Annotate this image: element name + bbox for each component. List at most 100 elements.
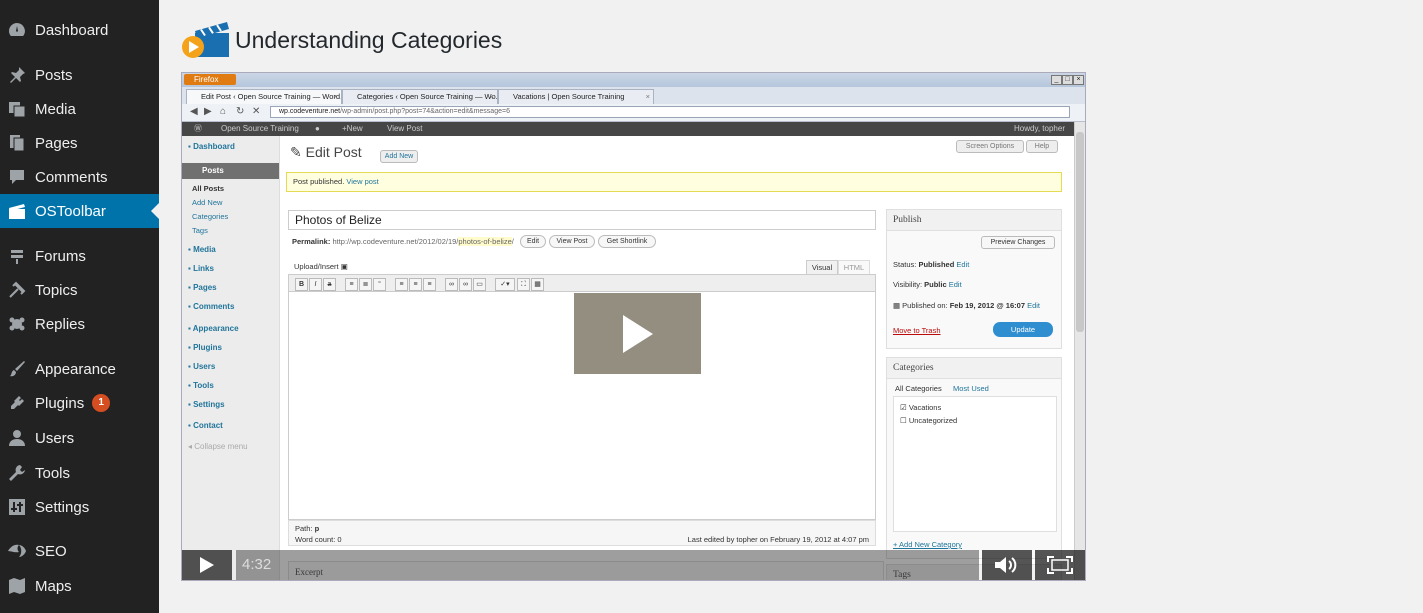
sidebar-item-label: Maps [35, 577, 72, 595]
sidebar-item-posts[interactable]: Posts [0, 58, 159, 92]
forums-icon [7, 246, 27, 266]
bold-icon: B [295, 278, 308, 291]
comments-icon [7, 167, 27, 187]
categories-title: Categories [887, 358, 1061, 379]
sidebar-item-label: Plugins [35, 394, 85, 412]
sidebar-item-label: Topics [35, 281, 78, 299]
editor-status: Path: p Word count: 0 Last edited by toph… [288, 520, 876, 546]
post-title-field: Photos of Belize [288, 210, 876, 230]
wp-menu-all-posts: All Posts [192, 184, 225, 193]
wp-menu-posts: Posts [182, 163, 279, 179]
plugin-icon [7, 393, 27, 413]
checkbox-icon: ☐ [900, 416, 907, 425]
map-icon [7, 576, 27, 596]
sidebar-item-dashboard[interactable]: Dashboard [0, 13, 159, 47]
sidebar-item-label: Users [35, 429, 75, 447]
comment-bubble-icon: ● [315, 124, 320, 133]
wrench-icon [7, 463, 27, 483]
wp-menu-tools: ▪ Tools [188, 381, 214, 390]
sidebar-item-replies[interactable]: Replies [0, 307, 159, 341]
media-icon [7, 99, 27, 119]
page-title: Understanding Categories [235, 26, 503, 53]
categories-list: ☑ Vacations ☐ Uncategorized [893, 396, 1057, 532]
home-icon: ⌂ [220, 106, 227, 117]
wp-menu-add-new: Add New [192, 198, 223, 207]
wp-menu-links: ▪ Links [188, 264, 214, 273]
sidebar-item-label: SEO [35, 542, 67, 560]
play-button[interactable] [182, 550, 232, 580]
wp-view-post: View Post [387, 124, 423, 133]
sidebar-item-topics[interactable]: Topics [0, 273, 159, 307]
sidebar-item-plugins[interactable]: Plugins 1 [0, 386, 159, 420]
browser-tab: Edit Post ‹ Open Source Training — Word.… [186, 89, 342, 104]
sidebar-item-settings[interactable]: Settings [0, 490, 159, 524]
sidebar-item-seo[interactable]: SEO [0, 534, 159, 568]
wp-menu-settings: ▪ Settings [188, 400, 225, 409]
dashboard-icon [7, 20, 27, 40]
category-item: ☐ Uncategorized [900, 416, 958, 425]
wp-menu-plugins: ▪ Plugins [188, 343, 222, 352]
sidebar-item-label: Appearance [35, 360, 116, 378]
align-right-icon: ≡ [423, 278, 436, 291]
upload-insert: Upload/Insert ▣ [294, 262, 348, 271]
add-new-category-link: + Add New Category [893, 540, 962, 549]
numbered-list-icon: ≣ [359, 278, 372, 291]
sidebar-item-appearance[interactable]: Appearance [0, 352, 159, 386]
fullscreen-button[interactable] [1035, 550, 1085, 580]
wp-adminbar: Ⓦ Open Source Training ● + New View Post… [182, 122, 1074, 136]
link-icon: ∞ [445, 278, 458, 291]
settings-icon [7, 497, 27, 517]
fullscreen-editor-icon: ⛶ [517, 278, 530, 291]
sidebar-item-comments[interactable]: Comments [0, 160, 159, 194]
sidebar-item-label: Media [35, 100, 76, 118]
view-post-button: View Post [549, 235, 595, 248]
wp-menu-tags: Tags [192, 226, 208, 235]
notice-banner: Post published. View post [286, 172, 1062, 192]
sidebar-item-pages[interactable]: Pages [0, 126, 159, 160]
wp-menu-users: ▪ Users [188, 362, 216, 371]
admin-sidebar: Dashboard Posts Media Pages Comments OST… [0, 0, 159, 613]
video-progress-bar[interactable]: 4:32 [236, 550, 979, 580]
volume-button[interactable] [982, 550, 1032, 580]
update-count-badge: 1 [92, 394, 111, 412]
wp-menu-contact: ▪ Contact [188, 421, 223, 430]
brush-icon [7, 359, 27, 379]
browser-titlebar: Firefox _ □ × [182, 73, 1085, 87]
italic-icon: I [309, 278, 322, 291]
topics-icon [7, 280, 27, 300]
tab-html: HTML [838, 260, 870, 274]
sidebar-item-forums[interactable]: Forums [0, 239, 159, 273]
fullscreen-icon [1047, 556, 1073, 574]
sidebar-item-tools[interactable]: Tools [0, 456, 159, 490]
sidebar-item-media[interactable]: Media [0, 92, 159, 126]
wp-logo-icon: Ⓦ [194, 124, 202, 133]
stop-icon: ✕ [252, 106, 261, 117]
wp-menu-dashboard: ▪ Dashboard [188, 142, 235, 151]
video-player[interactable]: Firefox _ □ × Edit Post ‹ Open Source Tr… [181, 72, 1086, 581]
wp-menu-media: ▪ Media [188, 245, 216, 254]
user-icon [7, 428, 27, 448]
more-tag-icon: ▭ [473, 278, 486, 291]
clapperboard-icon [7, 201, 27, 221]
url-bar: wp.codeventure.net/wp-admin/post.php?pos… [270, 106, 1070, 118]
unlink-icon: ∞ [459, 278, 472, 291]
bullet-list-icon: ≡ [345, 278, 358, 291]
checkbox-checked-icon: ☑ [900, 403, 907, 412]
edit-post-heading: ✎ Edit Post [290, 144, 362, 160]
update-button: Update [993, 322, 1053, 337]
play-icon [622, 314, 653, 353]
sidebar-item-ostoolbar[interactable]: OSToolbar [0, 194, 159, 228]
align-center-icon: ≡ [409, 278, 422, 291]
video-controls: 4:32 [182, 550, 1085, 580]
seo-icon [7, 541, 27, 561]
tab-visual: Visual [806, 260, 838, 274]
sidebar-item-label: Posts [35, 66, 73, 84]
sidebar-item-maps[interactable]: Maps [0, 569, 159, 603]
wp-menu-pages: ▪ Pages [188, 283, 217, 292]
browser-tab: Vacations | Open Source Training × [498, 89, 654, 104]
browser-tabbar: Edit Post ‹ Open Source Training — Word.… [182, 87, 1085, 104]
category-item: ☑ Vacations [900, 403, 942, 412]
strikethrough-icon: a [323, 278, 336, 291]
sidebar-item-users[interactable]: Users [0, 421, 159, 455]
big-play-button[interactable] [574, 293, 701, 374]
